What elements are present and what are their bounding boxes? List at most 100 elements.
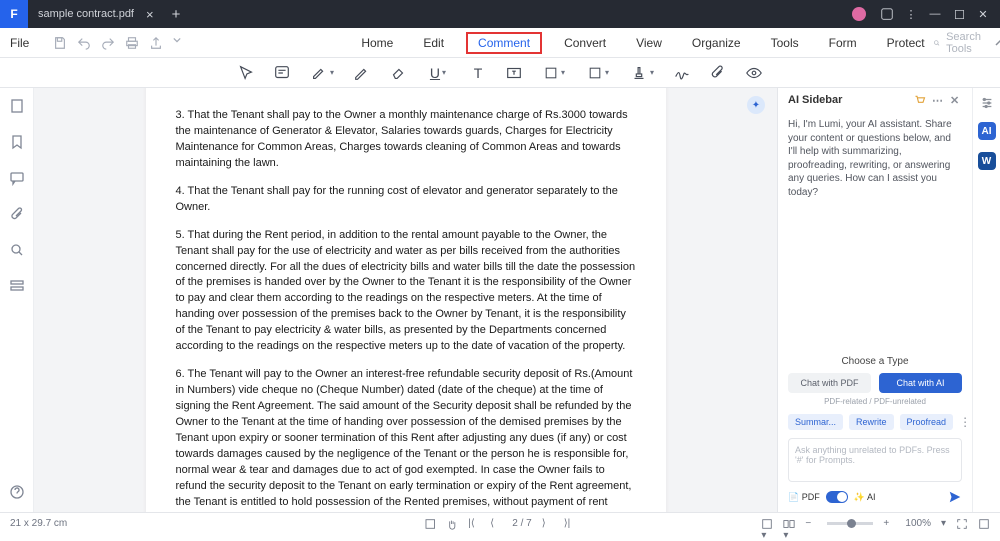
tab-title: sample contract.pdf	[38, 8, 134, 20]
window-more-icon[interactable]: ⋮	[904, 7, 918, 21]
chip-more-icon[interactable]: ⋮	[959, 415, 971, 429]
text-tool-icon[interactable]: T	[468, 63, 488, 83]
read-mode-icon[interactable]: ▾	[783, 518, 795, 530]
ai-body	[778, 205, 972, 352]
menu-edit[interactable]: Edit	[415, 32, 452, 54]
highlight-tool-icon[interactable]: ▾	[308, 63, 336, 83]
main-menu: Home Edit Comment Convert View Organize …	[353, 32, 932, 54]
ai-type-buttons: Chat with PDF Chat with AI	[778, 373, 972, 393]
search-tools[interactable]: Search Tools	[933, 31, 986, 55]
tab-close-icon[interactable]: ×	[146, 7, 154, 22]
chat-with-ai-button[interactable]: Chat with AI	[879, 373, 962, 393]
chat-with-pdf-button[interactable]: Chat with PDF	[788, 373, 871, 393]
view-mode-icon[interactable]: ▾	[761, 518, 773, 530]
paragraph: 4. That the Tenant shall pay for the run…	[176, 184, 636, 216]
chip-rewrite[interactable]: Rewrite	[849, 414, 894, 430]
ai-pdf-toggle[interactable]	[826, 491, 848, 503]
chip-summarize[interactable]: Summar...	[788, 414, 843, 430]
menu-organize[interactable]: Organize	[684, 32, 749, 54]
dock-sliders-icon[interactable]	[980, 96, 994, 110]
menu-convert[interactable]: Convert	[556, 32, 614, 54]
page-indicator[interactable]: 2 / 7	[512, 518, 531, 529]
collapse-ribbon-icon[interactable]	[995, 38, 1000, 48]
last-page-icon[interactable]: ⟩|	[564, 518, 576, 530]
fields-panel-icon[interactable]	[9, 278, 25, 294]
thumbnails-icon[interactable]	[9, 98, 25, 114]
qat-dropdown-icon[interactable]	[173, 36, 187, 50]
menu-home[interactable]: Home	[353, 32, 401, 54]
fullscreen-icon[interactable]	[978, 518, 990, 530]
app-icon[interactable]: F	[0, 0, 28, 28]
ai-send-icon[interactable]	[948, 490, 962, 504]
attachments-panel-icon[interactable]	[9, 206, 25, 222]
next-page-icon[interactable]: ⟩	[542, 518, 554, 530]
document-tab[interactable]: sample contract.pdf ×	[28, 7, 164, 22]
zoom-slider[interactable]	[827, 522, 873, 525]
fit-page-icon[interactable]	[956, 518, 968, 530]
menu-tools[interactable]: Tools	[763, 32, 807, 54]
menu-view[interactable]: View	[628, 32, 670, 54]
paragraph: 5. That during the Rent period, in addit…	[176, 228, 636, 356]
area-highlight-tool-icon[interactable]: ▾	[540, 63, 568, 83]
prev-page-icon[interactable]: ⟨	[490, 518, 502, 530]
ai-close-icon[interactable]: ✕	[950, 94, 962, 106]
new-tab-button[interactable]: +	[164, 6, 189, 23]
ai-more-icon[interactable]: ⋯	[932, 94, 944, 106]
pdf-page: 3. That the Tenant shall pay to the Owne…	[146, 88, 666, 512]
window-app-icon[interactable]	[880, 7, 894, 21]
search-tools-placeholder: Search Tools	[946, 31, 985, 55]
pencil-tool-icon[interactable]	[352, 63, 372, 83]
reflow-icon[interactable]	[424, 518, 436, 530]
undo-icon[interactable]	[77, 36, 91, 50]
attachment-tool-icon[interactable]	[708, 63, 728, 83]
page-size-label: 21 x 29.7 cm	[10, 518, 67, 529]
eraser-tool-icon[interactable]	[388, 63, 408, 83]
ai-intro-text: Hi, I'm Lumi, your AI assistant. Share y…	[778, 112, 972, 205]
menu-protect[interactable]: Protect	[879, 32, 933, 54]
print-icon[interactable]	[125, 36, 139, 50]
redo-icon[interactable]	[101, 36, 115, 50]
menu-form[interactable]: Form	[821, 32, 865, 54]
hide-comments-icon[interactable]	[744, 63, 764, 83]
ai-input[interactable]: Ask anything unrelated to PDFs. Press '#…	[788, 438, 962, 482]
menu-bar-right: Search Tools	[933, 31, 1000, 55]
zoom-in-icon[interactable]: +	[883, 518, 895, 530]
chip-proofread[interactable]: Proofread	[900, 414, 954, 430]
note-tool-icon[interactable]	[272, 63, 292, 83]
share-icon[interactable]	[149, 36, 163, 50]
file-menu[interactable]: File	[0, 36, 39, 50]
ai-sidebar: AI Sidebar ⋯ ✕ Hi, I'm Lumi, your AI ass…	[777, 88, 972, 512]
dock-ai-icon[interactable]: AI	[978, 122, 996, 140]
textbox-tool-icon[interactable]	[504, 63, 524, 83]
dock-word-icon[interactable]: W	[978, 152, 996, 170]
save-icon[interactable]	[53, 36, 67, 50]
right-dock: AI W	[972, 88, 1000, 512]
signature-tool-icon[interactable]	[672, 63, 692, 83]
window-close-icon[interactable]: ✕	[976, 7, 990, 21]
search-panel-icon[interactable]	[9, 242, 25, 258]
ai-cart-icon[interactable]	[914, 94, 926, 106]
ai-footer-ai-label: ✨ AI	[854, 492, 876, 503]
shape-tool-icon[interactable]: ▾	[584, 63, 612, 83]
stamp-tool-icon[interactable]: ▾	[628, 63, 656, 83]
menu-comment[interactable]: Comment	[466, 32, 542, 54]
first-page-icon[interactable]: |⟨	[468, 518, 480, 530]
left-panel-rail	[0, 88, 34, 512]
hand-tool-icon[interactable]	[446, 518, 458, 530]
zoom-out-icon[interactable]: −	[805, 518, 817, 530]
ai-choose-label: Choose a Type	[778, 352, 972, 373]
window-titlebar: F sample contract.pdf × + ⋮ ― ✕	[0, 0, 1000, 28]
underline-tool-icon[interactable]: U▾	[424, 63, 452, 83]
select-tool-icon[interactable]	[236, 63, 256, 83]
help-icon[interactable]	[9, 484, 25, 500]
bookmarks-icon[interactable]	[9, 134, 25, 150]
window-minimize-icon[interactable]: ―	[928, 7, 942, 21]
comments-panel-icon[interactable]	[9, 170, 25, 186]
window-maximize-icon[interactable]	[952, 7, 966, 21]
ai-quick-launch-icon[interactable]: ✦	[747, 96, 765, 114]
document-viewport[interactable]: ✦ 3. That the Tenant shall pay to the Ow…	[34, 88, 777, 512]
user-avatar-icon[interactable]	[852, 7, 866, 21]
zoom-value[interactable]: 100%	[905, 518, 931, 529]
ai-prompt-chips: Summar... Rewrite Proofread ⋮	[778, 414, 972, 438]
menu-bar-row: File Home Edit Comment Convert View Orga…	[0, 28, 1000, 58]
